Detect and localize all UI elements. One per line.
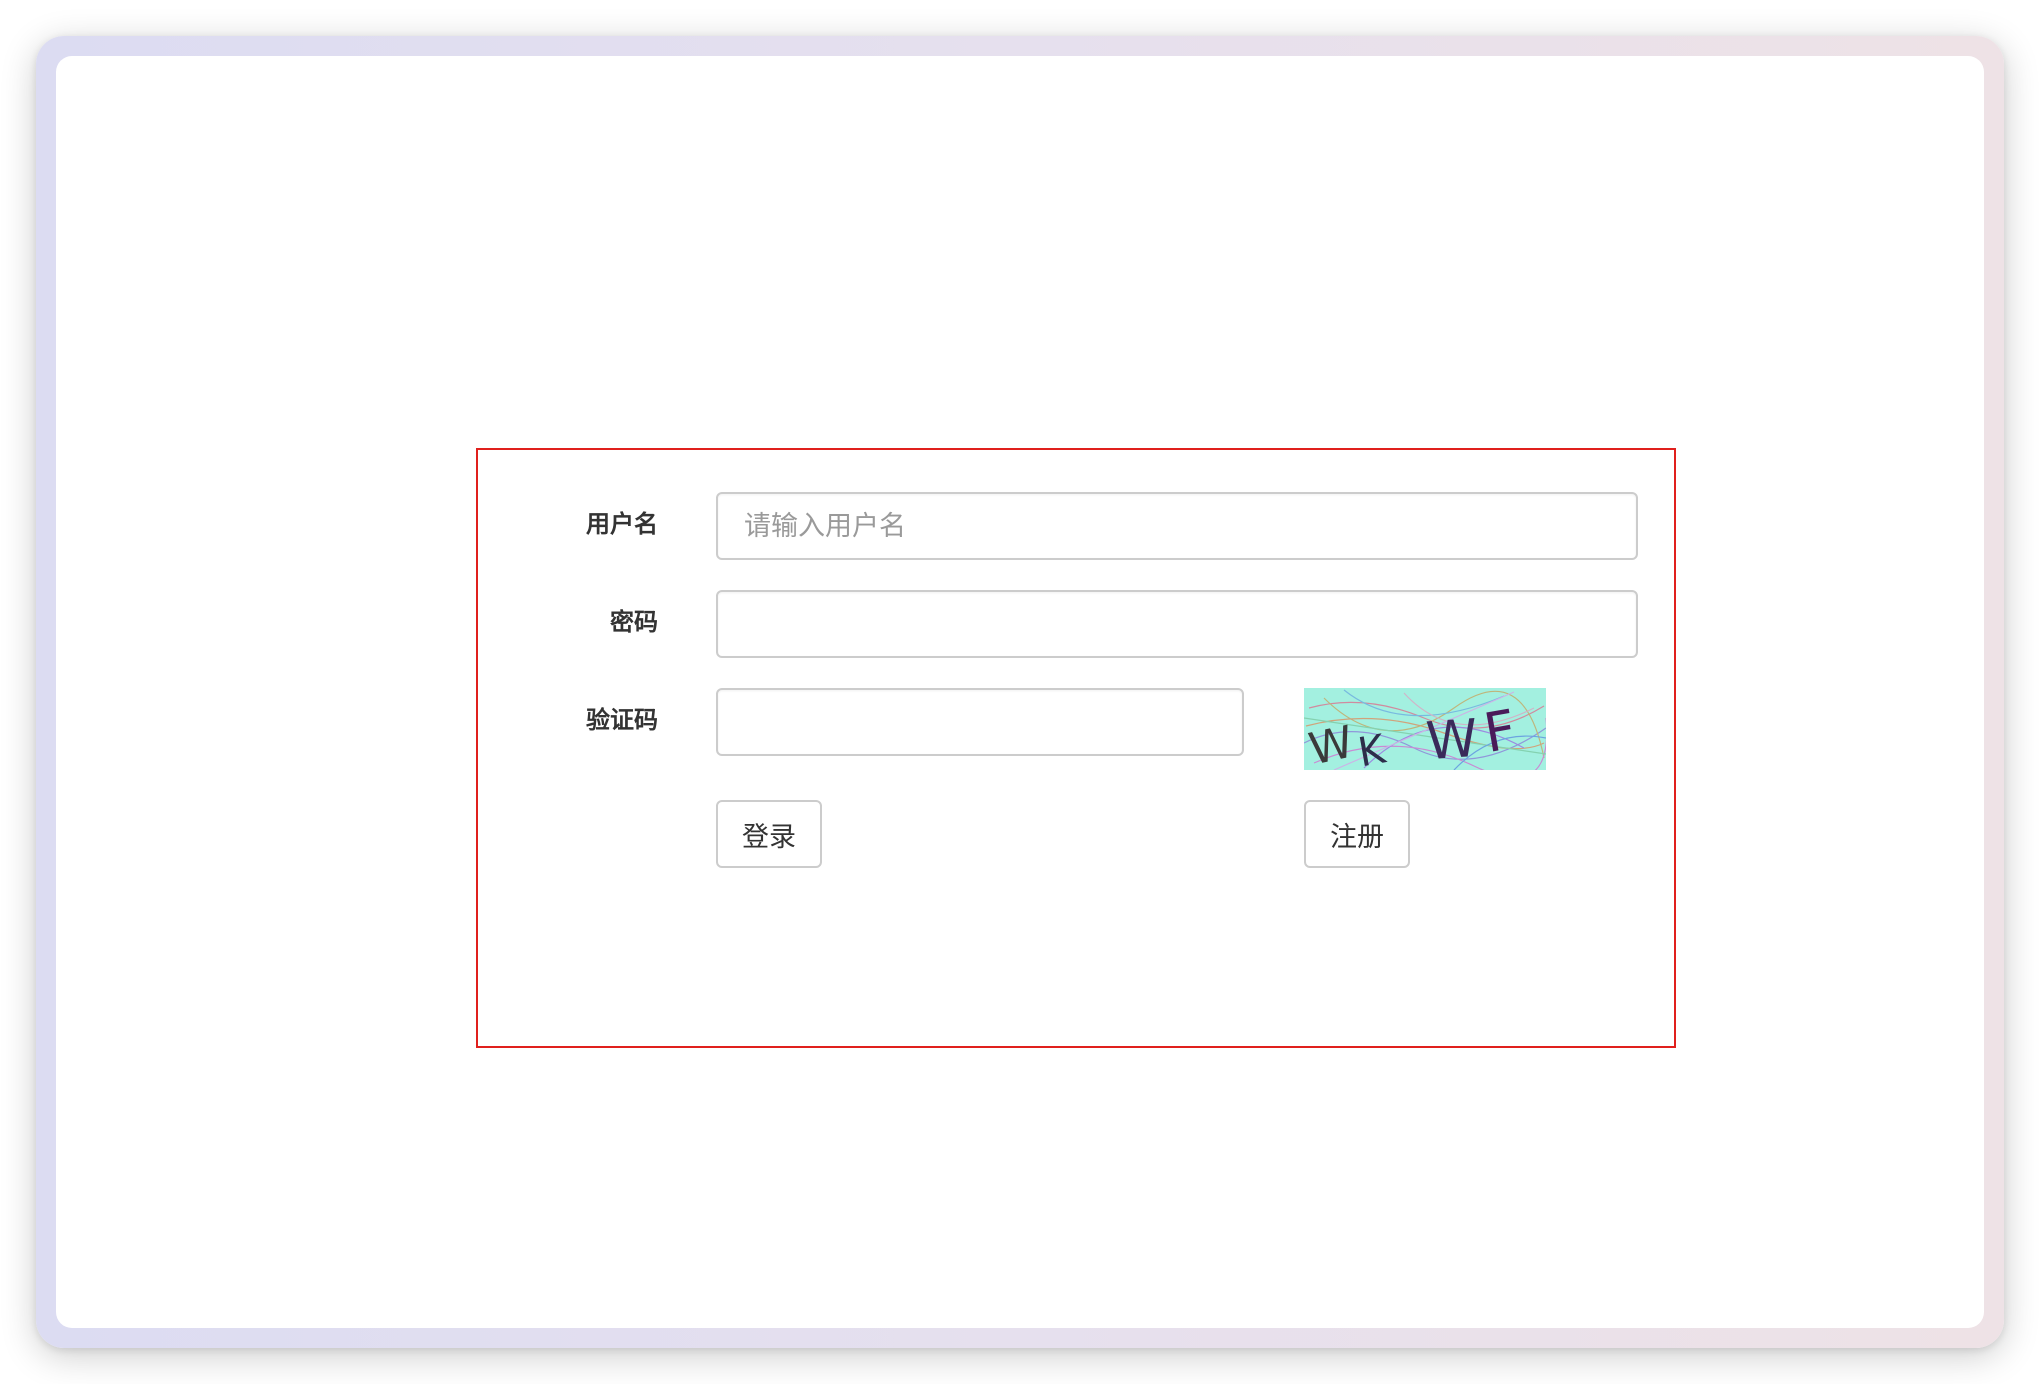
- login-button[interactable]: 登录: [716, 800, 822, 868]
- password-label: 密码: [610, 608, 658, 636]
- captcha-input[interactable]: [716, 688, 1244, 756]
- svg-text:W: W: [1424, 709, 1479, 770]
- password-input[interactable]: [716, 590, 1638, 658]
- login-form: 用户名 密码 验证码 W K W F: [476, 448, 1676, 1048]
- app-window: 用户名 密码 验证码 W K W F: [56, 56, 1984, 1328]
- register-button[interactable]: 注册: [1304, 800, 1410, 868]
- username-input[interactable]: [716, 492, 1638, 560]
- username-label: 用户名: [586, 510, 658, 538]
- captcha-label: 验证码: [586, 706, 658, 734]
- captcha-image[interactable]: W K W F: [1304, 688, 1546, 770]
